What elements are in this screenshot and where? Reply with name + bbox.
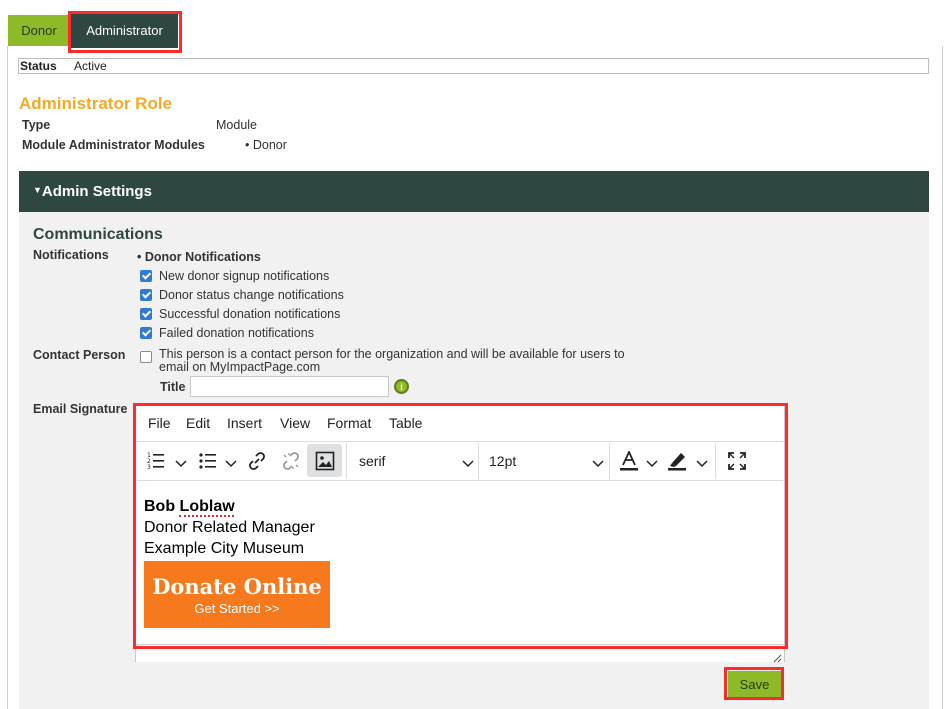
editor-statusbar [136,644,784,662]
save-button[interactable]: Save [728,671,781,697]
caret-down-icon: ▼ [33,185,42,195]
toolbar-divider [137,441,783,442]
tab-donor[interactable]: Donor [8,15,70,46]
image-icon[interactable] [315,451,335,476]
checkbox-new-donor-signup[interactable] [140,270,152,282]
communications-title: Communications [33,226,163,243]
signature-organization: Example City Museum [144,540,305,557]
email-signature-label: Email Signature [33,402,128,416]
module-item: • Donor [245,138,287,152]
status-value: Active [74,59,107,73]
notification-group: • Donor Notifications [137,250,261,264]
checkbox-donor-status-change[interactable] [140,289,152,301]
checkbox-failed-donation[interactable] [140,327,152,339]
chevron-down-icon[interactable] [696,455,708,473]
toolbar-separator [478,443,479,479]
contact-text-line-2: email on MyImpactPage.com [159,360,321,374]
highlight-icon[interactable] [667,451,687,476]
chevron-down-icon[interactable] [592,455,604,473]
menu-insert[interactable]: Insert [227,415,262,431]
menu-file[interactable]: File [148,415,171,431]
link-icon[interactable] [247,451,267,476]
font-family-select[interactable]: serif [359,453,385,469]
donate-title: Donate Online [152,574,322,599]
type-label: Type [22,118,51,132]
role-title: Administrator Role [19,94,173,113]
admin-settings-header[interactable]: ▼Admin Settings [19,171,929,212]
contact-person-label: Contact Person [33,348,126,362]
admin-settings-title: ▼Admin Settings [33,183,152,200]
toolbar-divider [137,480,783,481]
toolbar-separator [715,443,716,479]
info-icon[interactable]: i [394,379,409,394]
notification-label: New donor signup notifications [159,269,330,283]
donate-subtitle: Get Started >> [194,601,280,616]
title-label: Title [160,380,186,394]
toolbar-separator [346,443,347,479]
menu-format[interactable]: Format [327,415,371,431]
status-label: Status [20,59,57,73]
numbered-list-icon[interactable]: 123 [147,450,165,475]
chevron-down-icon[interactable] [175,455,187,473]
notification-label: Donor status change notifications [159,288,344,302]
fullscreen-icon[interactable] [728,452,746,475]
notification-group-label: Donor Notifications [144,250,261,264]
notification-label: Successful donation notifications [159,307,341,321]
font-size-select[interactable]: 12pt [489,453,516,469]
status-row: Status Active [18,58,929,74]
checkbox-successful-donation[interactable] [140,308,152,320]
modules-label: Module Administrator Modules [22,138,205,152]
bullet-list-icon[interactable] [199,452,217,475]
chevron-down-icon[interactable] [462,455,474,473]
title-input[interactable] [190,376,389,397]
text-color-icon[interactable] [619,449,639,476]
spellcheck-underline [179,515,234,517]
menu-table[interactable]: Table [389,415,422,431]
signature-role: Donor Related Manager [144,519,315,536]
notifications-label: Notifications [33,248,109,262]
donate-online-banner[interactable]: Donate Online Get Started >> [144,561,330,628]
tab-administrator[interactable]: Administrator [71,13,178,48]
resize-handle-icon[interactable] [772,650,782,668]
toolbar-separator [609,443,610,479]
menu-view[interactable]: View [280,415,310,431]
unlink-icon[interactable] [281,451,301,476]
contact-person-text: This person is a contact person for the … [159,348,625,374]
chevron-down-icon[interactable] [225,455,237,473]
svg-text:3: 3 [147,464,151,470]
chevron-down-icon[interactable] [646,455,658,473]
signature-name: Bob Loblaw [144,498,235,515]
module-item-label: Donor [252,138,287,152]
checkbox-contact-person[interactable] [140,351,152,363]
type-value: Module [216,118,257,132]
notification-label: Failed donation notifications [159,326,314,340]
menu-edit[interactable]: Edit [186,415,210,431]
